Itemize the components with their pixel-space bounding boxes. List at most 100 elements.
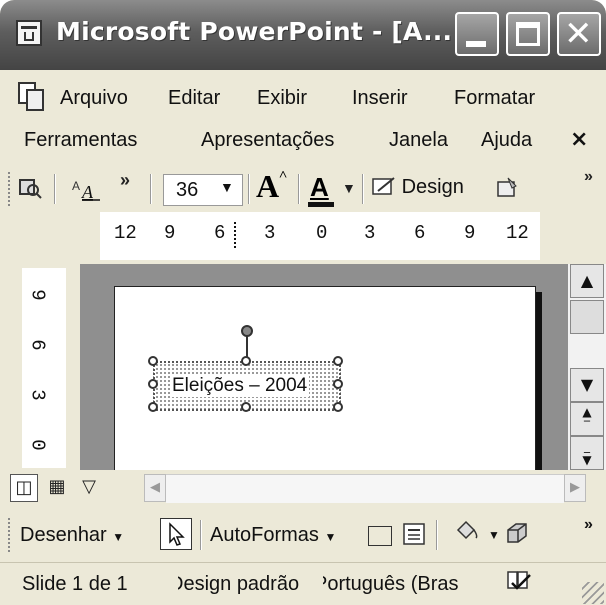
scroll-up-icon[interactable]: ▲ xyxy=(570,264,604,298)
status-bar: Slide 1 de 1 Design padrão Português (Br… xyxy=(0,562,606,605)
powerpoint-app-icon[interactable] xyxy=(16,20,42,46)
drawing-toolbar: Desenhar ▼ AutoFormas ▼ ▼ » xyxy=(0,514,606,558)
resize-grip[interactable] xyxy=(582,582,604,604)
ruler-label: 3 xyxy=(26,389,49,401)
resize-handle[interactable] xyxy=(148,379,158,389)
resize-handle[interactable] xyxy=(241,402,251,412)
scroll-left-icon[interactable]: ◀ xyxy=(144,474,166,502)
view-bar: ◫ ▦ ▽ ◀ ▶ xyxy=(0,470,606,508)
ruler-label: 3 xyxy=(364,222,376,244)
fill-color-icon[interactable] xyxy=(452,520,480,552)
ruler-position-marker xyxy=(234,222,236,248)
scroll-down-icon[interactable]: ▼ xyxy=(570,368,604,402)
vertical-scrollbar[interactable]: ▲ ▼ ▲ ‾ _ ▼ xyxy=(568,264,606,470)
document-icon[interactable] xyxy=(18,82,46,112)
autoshapes-label: AutoFormas xyxy=(210,524,319,546)
ruler-label: 6 xyxy=(26,339,49,351)
menu-janela[interactable]: Janela xyxy=(389,129,448,152)
ruler-label: 0 xyxy=(26,439,49,451)
window-title: Microsoft PowerPoint - [A... xyxy=(56,17,453,46)
ruler-label: 9 xyxy=(464,222,476,244)
font-color-swatch xyxy=(308,202,334,207)
next-slide-icon[interactable]: _ ▼ xyxy=(570,436,604,470)
maximize-icon xyxy=(516,22,540,46)
chevron-down-icon[interactable]: ▼ xyxy=(220,179,234,195)
svg-text:A: A xyxy=(81,182,94,202)
status-slide: Slide 1 de 1 xyxy=(22,573,128,595)
font-color-icon[interactable]: A xyxy=(310,172,329,203)
toolbar-more-2-icon[interactable]: » xyxy=(584,168,593,186)
rotation-handle[interactable] xyxy=(241,325,253,337)
minimize-button[interactable] xyxy=(455,12,499,56)
3d-style-icon[interactable] xyxy=(504,520,530,552)
font-style-icon[interactable]: AA xyxy=(70,176,104,208)
ruler-label: 9 xyxy=(164,222,176,244)
menu-formatar[interactable]: Formatar xyxy=(454,87,535,110)
menu-ferramentas[interactable]: Ferramentas xyxy=(24,129,137,152)
scroll-thumb[interactable] xyxy=(570,300,604,334)
design-button[interactable]: Design xyxy=(372,176,464,199)
menu-exibir[interactable]: Exibir xyxy=(257,87,307,110)
rectangle-icon[interactable] xyxy=(368,526,392,546)
toolbar-grip[interactable] xyxy=(8,172,13,206)
powerpoint-window: Microsoft PowerPoint - [A... ✕ Arquivo E… xyxy=(0,0,606,605)
vertical-ruler[interactable]: 9 6 3 0 xyxy=(22,268,66,468)
resize-handle[interactable] xyxy=(241,356,251,366)
ruler-label: 0 xyxy=(316,222,328,244)
resize-handle[interactable] xyxy=(148,402,158,412)
previous-slide-icon[interactable]: ▲ ‾ xyxy=(570,402,604,436)
resize-handle[interactable] xyxy=(333,356,343,366)
status-language: Português (Bras xyxy=(323,573,459,595)
new-slide-icon[interactable] xyxy=(494,176,520,206)
draw-menu-label: Desenhar xyxy=(20,524,107,546)
toolbar-more-1-icon[interactable]: » xyxy=(120,170,130,191)
slide-sorter-view-icon[interactable]: ▦ xyxy=(44,474,70,500)
ruler-label: 12 xyxy=(114,222,137,244)
research-icon[interactable] xyxy=(18,176,42,206)
menu-inserir[interactable]: Inserir xyxy=(352,87,408,110)
textbox-tool-icon[interactable] xyxy=(402,522,426,552)
resize-handle[interactable] xyxy=(148,356,158,366)
autoshapes-menu-button[interactable]: AutoFormas ▼ xyxy=(210,524,336,547)
menu-arquivo[interactable]: Arquivo xyxy=(60,87,128,110)
menu-bar-row-2: Ferramentas Apresentações Janela Ajuda × xyxy=(0,120,606,162)
close-document-icon[interactable]: × xyxy=(570,127,588,152)
close-icon: ✕ xyxy=(564,14,593,54)
minimize-icon xyxy=(466,41,486,47)
formatting-toolbar: AA » 36 ▼ A˄ A ▼ Design » xyxy=(0,166,606,212)
status-design: Design padrão xyxy=(178,573,300,595)
slide-canvas[interactable]: Eleições – 2004 xyxy=(114,286,536,478)
title-bar[interactable]: Microsoft PowerPoint - [A... ✕ xyxy=(0,0,606,70)
ruler-label: 12 xyxy=(506,222,529,244)
menu-apresentacoes[interactable]: Apresentações xyxy=(201,129,334,152)
spelling-check-icon[interactable] xyxy=(506,569,532,599)
horizontal-ruler[interactable]: 12 9 6 3 0 3 6 9 12 xyxy=(100,212,540,260)
slide-workspace[interactable]: Eleições – 2004 xyxy=(80,264,568,478)
ruler-label: 9 xyxy=(26,289,49,301)
font-color-dropdown-icon[interactable]: ▼ xyxy=(342,180,356,196)
drawbar-more-icon[interactable]: » xyxy=(584,516,593,534)
ruler-label: 3 xyxy=(264,222,276,244)
resize-handle[interactable] xyxy=(333,379,343,389)
normal-view-icon[interactable]: ◫ xyxy=(10,474,38,502)
ruler-label: 6 xyxy=(214,222,226,244)
scroll-right-icon[interactable]: ▶ xyxy=(564,474,586,502)
menu-bar-row-1: Arquivo Editar Exibir Inserir Formatar xyxy=(0,78,606,120)
menu-editar[interactable]: Editar xyxy=(168,87,220,110)
draw-menu-button[interactable]: Desenhar ▼ xyxy=(20,524,124,547)
font-size-select[interactable]: 36 ▼ xyxy=(163,174,243,206)
design-icon xyxy=(372,177,395,195)
resize-handle[interactable] xyxy=(333,402,343,412)
select-pointer-icon[interactable] xyxy=(160,518,192,550)
horizontal-scrollbar[interactable] xyxy=(166,474,564,503)
slide-show-icon[interactable]: ▽ xyxy=(76,474,102,500)
textbox-text[interactable]: Eleições – 2004 xyxy=(170,375,310,397)
ruler-label: 6 xyxy=(414,222,426,244)
close-button[interactable]: ✕ xyxy=(557,12,601,56)
font-size-value: 36 xyxy=(176,179,199,201)
maximize-button[interactable] xyxy=(506,12,550,56)
increase-font-size-icon[interactable]: A˄ xyxy=(256,168,287,205)
design-label: Design xyxy=(401,176,464,198)
menu-ajuda[interactable]: Ajuda xyxy=(481,129,532,152)
fill-color-dropdown-icon[interactable]: ▼ xyxy=(488,528,500,542)
